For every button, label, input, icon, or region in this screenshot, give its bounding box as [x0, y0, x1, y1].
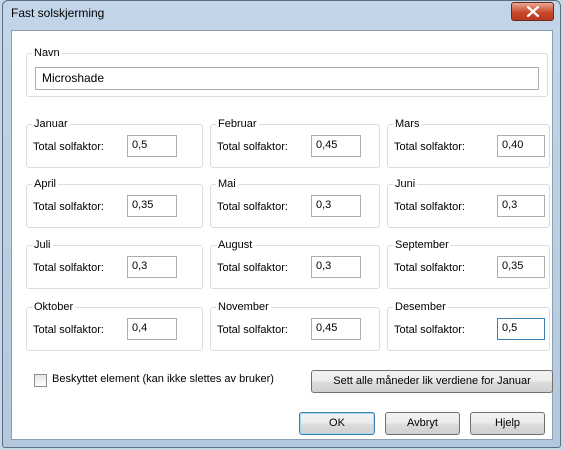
month-legend: September: [393, 238, 451, 252]
month-legend: Juni: [393, 177, 418, 191]
month-group-juli: Juli Total solfaktor: 0,3: [26, 238, 203, 289]
dialog-body: Navn Microshade Januar Total solfaktor: 0,…: [11, 30, 553, 440]
month-legend: Februar: [216, 117, 259, 131]
navn-legend: Navn: [32, 46, 62, 60]
cancel-button[interactable]: Avbryt: [385, 412, 460, 435]
total-solfaktor-label: Total solfaktor:: [33, 141, 104, 153]
close-icon: [526, 6, 539, 17]
total-solfaktor-label: Total solfaktor:: [394, 201, 465, 213]
month-group-august: August Total solfaktor: 0,3: [210, 238, 380, 289]
solfaktor-input-januar[interactable]: 0,5: [127, 135, 177, 157]
total-solfaktor-label: Total solfaktor:: [33, 262, 104, 274]
month-legend: Mai: [216, 177, 238, 191]
solfaktor-input-juni[interactable]: 0,3: [497, 195, 545, 217]
month-legend: Januar: [32, 117, 70, 131]
total-solfaktor-label: Total solfaktor:: [217, 201, 288, 213]
solfaktor-input-november[interactable]: 0,45: [311, 318, 361, 340]
month-legend: Juli: [32, 238, 53, 252]
total-solfaktor-label: Total solfaktor:: [217, 262, 288, 274]
month-legend: Mars: [393, 117, 422, 131]
solfaktor-input-oktober[interactable]: 0,4: [127, 318, 177, 340]
month-group-juni: Juni Total solfaktor: 0,3: [387, 177, 550, 228]
solfaktor-input-april[interactable]: 0,35: [127, 195, 177, 217]
solfaktor-input-desember[interactable]: 0,5: [497, 318, 545, 340]
solfaktor-input-mai[interactable]: 0,3: [311, 195, 361, 217]
total-solfaktor-label: Total solfaktor:: [217, 324, 288, 336]
solfaktor-input-februar[interactable]: 0,45: [311, 135, 361, 157]
month-legend: Oktober: [32, 300, 76, 314]
total-solfaktor-label: Total solfaktor:: [33, 324, 104, 336]
month-group-september: September Total solfaktor: 0,35: [387, 238, 550, 289]
month-legend: August: [216, 238, 255, 252]
month-group-januar: Januar Total solfaktor: 0,5: [26, 117, 203, 168]
solfaktor-input-september[interactable]: 0,35: [497, 256, 545, 278]
close-button[interactable]: [511, 2, 554, 21]
set-all-months-button[interactable]: Sett alle måneder lik verdiene for Janua…: [311, 370, 553, 393]
protected-checkbox-label: Beskyttet element (kan ikke slettes av b…: [52, 373, 274, 385]
ok-button[interactable]: OK: [299, 412, 375, 435]
protected-checkbox[interactable]: [34, 374, 47, 387]
dialog-window: Fast solskjerming Navn Microshade Januar…: [2, 0, 561, 448]
total-solfaktor-label: Total solfaktor:: [33, 201, 104, 213]
solfaktor-input-mars[interactable]: 0,40: [497, 135, 545, 157]
total-solfaktor-label: Total solfaktor:: [394, 262, 465, 274]
navn-input[interactable]: Microshade: [35, 67, 539, 90]
total-solfaktor-label: Total solfaktor:: [394, 141, 465, 153]
month-legend: Desember: [393, 300, 448, 314]
help-button[interactable]: Hjelp: [470, 412, 545, 435]
month-legend: November: [216, 300, 271, 314]
total-solfaktor-label: Total solfaktor:: [217, 141, 288, 153]
navn-group: Navn Microshade: [26, 46, 548, 97]
title-bar: Fast solskjerming: [3, 1, 560, 27]
month-group-mai: Mai Total solfaktor: 0,3: [210, 177, 380, 228]
window-title: Fast solskjerming: [11, 6, 105, 20]
month-group-april: April Total solfaktor: 0,35: [26, 177, 203, 228]
solfaktor-input-august[interactable]: 0,3: [311, 256, 361, 278]
month-group-mars: Mars Total solfaktor: 0,40: [387, 117, 550, 168]
month-group-februar: Februar Total solfaktor: 0,45: [210, 117, 380, 168]
month-group-desember: Desember Total solfaktor: 0,5: [387, 300, 550, 351]
month-group-oktober: Oktober Total solfaktor: 0,4: [26, 300, 203, 351]
total-solfaktor-label: Total solfaktor:: [394, 324, 465, 336]
solfaktor-input-juli[interactable]: 0,3: [127, 256, 177, 278]
month-legend: April: [32, 177, 59, 191]
month-group-november: November Total solfaktor: 0,45: [210, 300, 380, 351]
